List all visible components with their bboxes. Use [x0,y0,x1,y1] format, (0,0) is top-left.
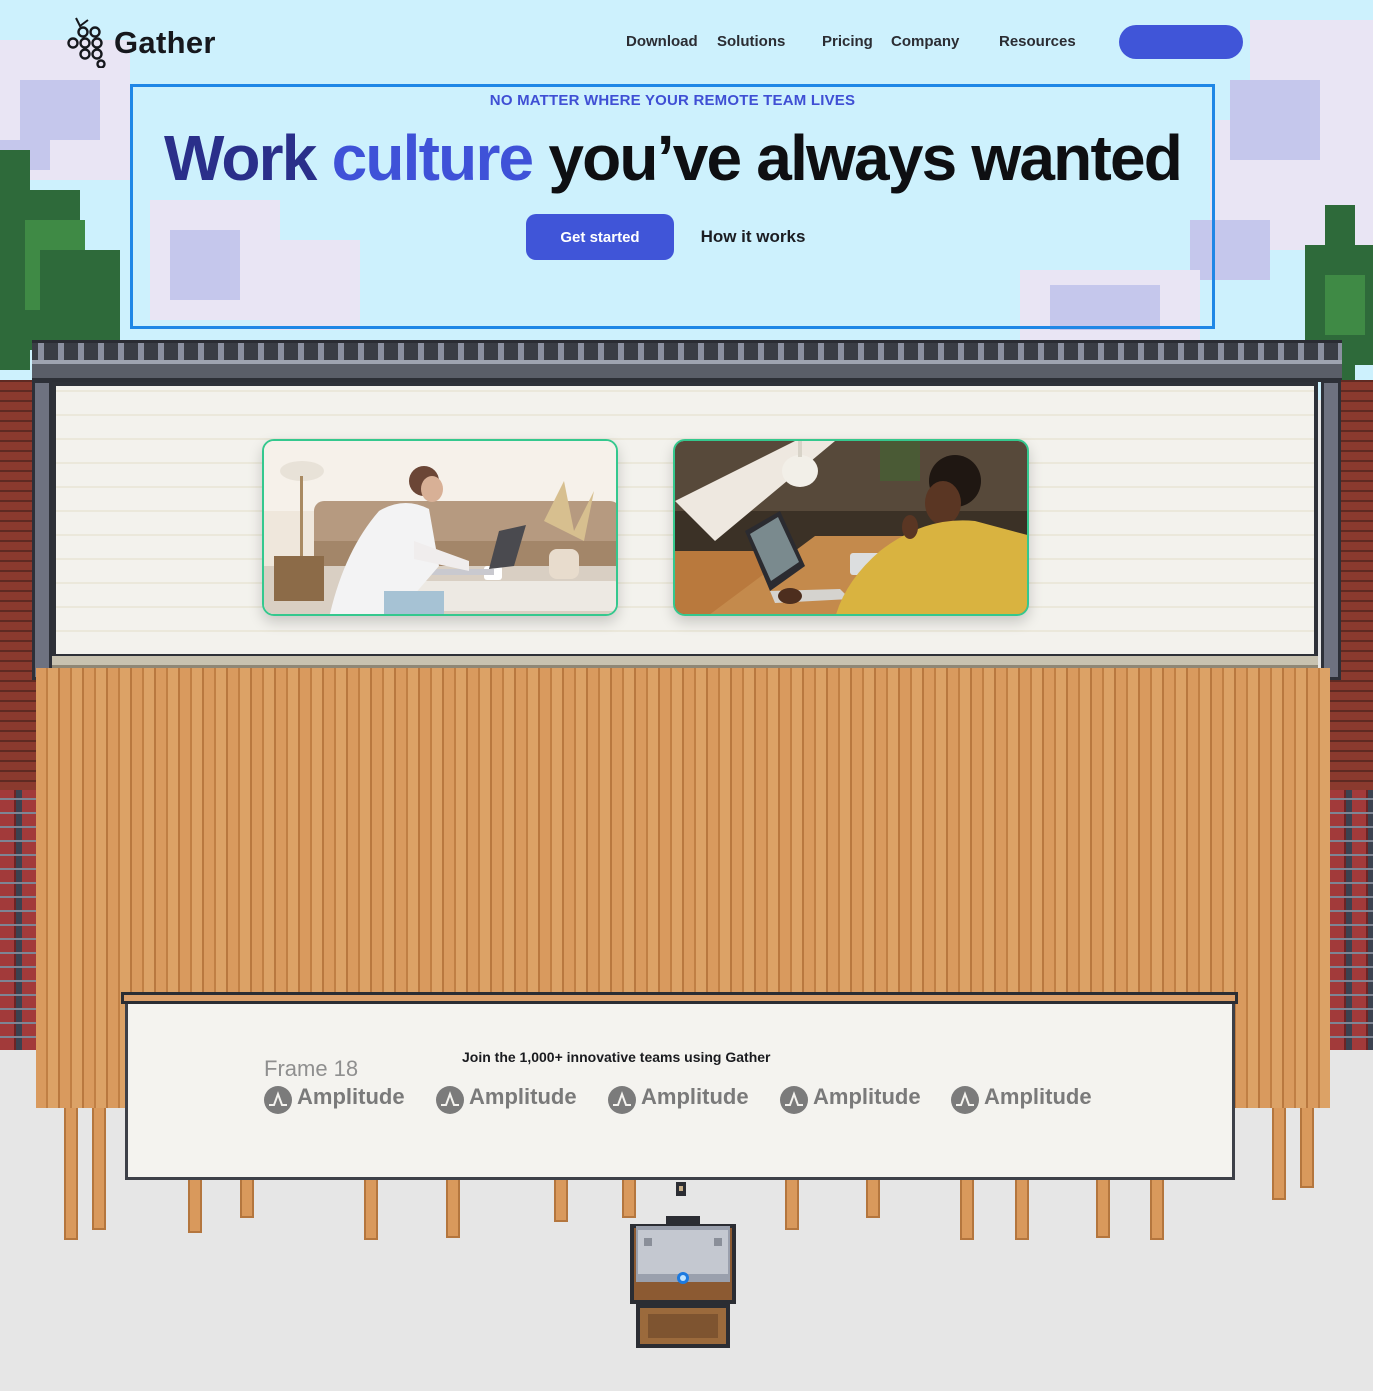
floor-plank [1015,1178,1029,1240]
floor-plank [64,1108,78,1240]
photo-man-videocall [673,439,1029,616]
customer-logo-name: Amplitude [469,1084,577,1109]
customer-logo: Amplitude [780,1084,930,1116]
nav-link-resources[interactable]: Resources [999,33,1076,50]
floor-plank [866,1178,880,1218]
floor-plank [1150,1178,1164,1240]
floor-plank [188,1178,202,1233]
nav-cta-button[interactable] [1119,25,1243,59]
nav-link-company[interactable]: Company [891,33,959,50]
projector-podium-icon [630,1182,736,1348]
floor-plank [92,1108,106,1230]
how-it-works-button[interactable]: How it works [688,214,818,260]
pillar-right [1321,380,1341,680]
amplitude-icon [436,1086,464,1114]
amplitude-icon [951,1086,979,1114]
logos-heading: Join the 1,000+ innovative teams using G… [462,1049,771,1065]
brand-name: Gather [114,25,216,60]
floor-plank [446,1178,460,1238]
headline-word-work: Work [163,122,332,194]
grape-logo-icon [67,17,106,68]
customer-logo: Amplitude [264,1084,414,1116]
customer-logo-name: Amplitude [984,1084,1092,1109]
customer-logo: Amplitude [951,1084,1101,1116]
floor-plank [364,1178,378,1240]
amplitude-icon [264,1086,292,1114]
headline-rest: you’ve always wanted [532,122,1183,194]
customer-logo-name: Amplitude [297,1084,405,1109]
nav-link-solutions[interactable]: Solutions [717,33,785,50]
get-started-button[interactable]: Get started [526,214,674,260]
panel-shelf [121,992,1238,1004]
floor-plank [1300,1108,1314,1188]
floor-plank [1272,1108,1286,1200]
customer-logos-section: Frame 18 Join the 1,000+ innovative team… [125,1004,1235,1180]
floor-plank [960,1178,974,1240]
hero-headline: Work culture you’ve always wanted [133,123,1212,193]
customer-logo-name: Amplitude [641,1084,749,1109]
brick-lower-right [1327,790,1373,1050]
wall-baseboard [52,656,1318,668]
amplitude-icon [608,1086,636,1114]
roof-fence [32,340,1342,362]
frame-label: Frame 18 [264,1056,359,1081]
man-videocall-image [675,441,1027,614]
floor-plank [240,1178,254,1218]
customer-logo-name: Amplitude [813,1084,921,1109]
floor-plank [554,1178,568,1222]
floor-plank [1096,1178,1110,1238]
brand-logo[interactable]: Gather [66,16,226,68]
customer-logo: Amplitude [608,1084,758,1116]
headline-word-culture: culture [331,122,535,194]
nav-link-download[interactable]: Download [626,33,698,50]
roof-beam [32,360,1342,382]
pillar-left [32,380,52,680]
floor-plank [785,1178,799,1230]
woman-laptop-image [264,441,616,614]
hero-section: NO MATTER WHERE YOUR REMOTE TEAM LIVES W… [130,84,1215,329]
amplitude-icon [780,1086,808,1114]
top-navigation: Gather Download Solutions Pricing Compan… [0,0,1373,84]
nav-link-pricing[interactable]: Pricing [822,33,873,50]
customer-logo: Amplitude [436,1084,586,1116]
tree-left [0,150,120,510]
hero-eyebrow: NO MATTER WHERE YOUR REMOTE TEAM LIVES [489,92,856,109]
photo-woman-laptop [262,439,618,616]
